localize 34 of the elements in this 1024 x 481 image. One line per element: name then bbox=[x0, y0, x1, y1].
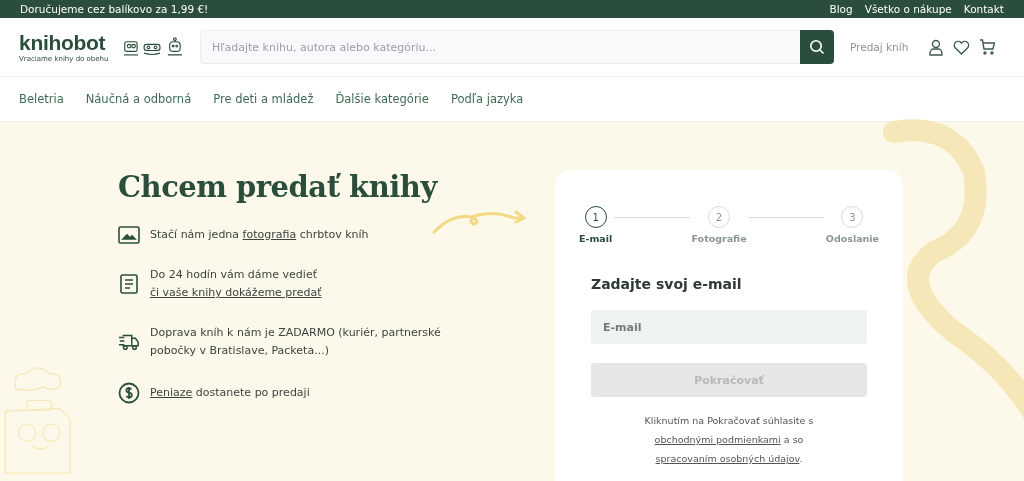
feature-text: Stačí nám jedna fotografia chrbtov kníh bbox=[150, 227, 369, 243]
heart-icon[interactable] bbox=[953, 39, 971, 55]
robots-icon bbox=[122, 36, 185, 58]
top-link[interactable]: Kontakt bbox=[963, 3, 1004, 15]
feature-text: Do 24 hodín vám dáme vedieť či vaše knihy dokážeme predať bbox=[150, 267, 323, 301]
promo-text: Doručujeme cez balíkovo za 1,99 €! bbox=[20, 3, 209, 15]
nav-link[interactable]: Ďalšie kategórie bbox=[335, 92, 429, 106]
step-tab[interactable]: 1 E-mail bbox=[579, 206, 613, 244]
text-link[interactable]: fotografia bbox=[242, 228, 297, 241]
text-link[interactable]: obchodnými podmienkami bbox=[654, 434, 781, 445]
email-field[interactable]: E-mail bbox=[591, 310, 867, 344]
top-link[interactable]: Blog bbox=[829, 3, 853, 15]
nav-link[interactable]: Podľa jazyka bbox=[450, 92, 524, 106]
search-icon bbox=[808, 39, 825, 55]
cart-icon[interactable] bbox=[979, 39, 996, 55]
top-link[interactable]: Všetko o nákupe bbox=[864, 3, 952, 15]
search-button[interactable] bbox=[799, 30, 834, 64]
text-link[interactable]: či vaše knihy dokážeme predať bbox=[150, 286, 322, 299]
terms-text: Kliknutím na Pokračovať súhlasite s obchodnými podmienkami a so spracovaním osobných údajov. bbox=[643, 414, 815, 466]
image-icon bbox=[118, 226, 140, 244]
text-link[interactable]: Peniaze bbox=[150, 386, 193, 399]
nav-link[interactable]: Pre deti a mládež bbox=[213, 92, 314, 106]
truck-icon bbox=[118, 332, 140, 352]
document-icon bbox=[118, 273, 140, 295]
logo[interactable]: knihobot bbox=[19, 31, 109, 53]
feature-text: Peniaze dostanete po predaji bbox=[150, 385, 310, 401]
search-field[interactable]: Hľadajte knihu, autora alebo kategóriu... bbox=[200, 30, 800, 64]
nav-link[interactable]: Beletria bbox=[19, 92, 64, 106]
nav-link[interactable]: Náučná a odborná bbox=[85, 92, 192, 106]
dollar-icon bbox=[118, 382, 140, 404]
form-heading: Zadajte svoj e-mail bbox=[591, 276, 743, 292]
page-title: Chcem predať knihy bbox=[118, 170, 439, 204]
feature-text: Doprava kníh k nám je ZADARMO (kuriér, partnerské pobočky v Bratislave, Packeta...) bbox=[150, 325, 442, 359]
user-icon[interactable] bbox=[928, 38, 945, 56]
